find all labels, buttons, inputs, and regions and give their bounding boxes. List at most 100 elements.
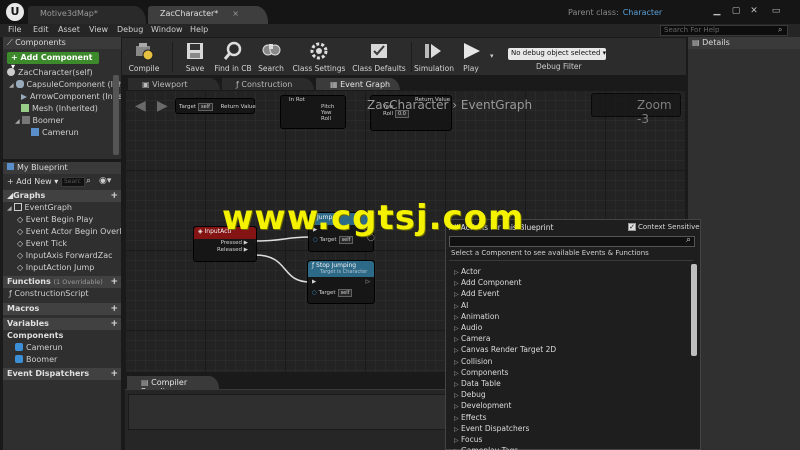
add-variable-icon[interactable]: + bbox=[110, 319, 118, 329]
event-dispatchers-section[interactable]: Event Dispatchers + bbox=[3, 368, 121, 380]
simulation-button[interactable]: Simulation bbox=[414, 40, 454, 74]
component-item[interactable]: Mesh (Inherited) bbox=[3, 103, 121, 115]
tab-compiler-results[interactable]: ▤ Compiler Results bbox=[127, 376, 219, 396]
event-item[interactable]: ◇ InputAction Jump bbox=[3, 262, 121, 274]
watermark-text: www.cgtsj.com bbox=[222, 198, 525, 238]
search-icon[interactable]: ⌕ bbox=[86, 176, 91, 186]
doc-tab-motive3dmap[interactable]: Motive3dMap* bbox=[28, 6, 146, 24]
action-category[interactable]: ▷ Event Dispatchers bbox=[454, 423, 529, 434]
save-button[interactable]: Save bbox=[180, 40, 210, 74]
action-category[interactable]: ▷ Canvas Render Target 2D bbox=[454, 344, 556, 355]
component-item[interactable]: ZacCharacter(self) bbox=[3, 67, 121, 79]
menu-edit[interactable]: Edit bbox=[33, 25, 49, 34]
graphs-section[interactable]: ◢Graphs + bbox=[3, 190, 121, 202]
ue-blueprint-editor: U Motive3dMap* ZacCharacter* × Parent cla… bbox=[0, 0, 800, 450]
collapse-icon[interactable]: ▭ bbox=[770, 6, 782, 16]
context-sensitive-checkbox[interactable]: ✓ bbox=[628, 223, 636, 231]
doc-tab-zaccharacter[interactable]: ZacCharacter* × bbox=[148, 6, 268, 24]
action-category[interactable]: ▷ Collision bbox=[454, 356, 492, 367]
action-category[interactable]: ▷ Effects bbox=[454, 412, 487, 423]
action-category[interactable]: ▷ Add Event bbox=[454, 288, 499, 299]
action-category[interactable]: ▷ Data Table bbox=[454, 378, 501, 389]
play-button[interactable]: Play bbox=[456, 40, 486, 74]
menu-file[interactable]: File bbox=[8, 25, 21, 34]
action-category[interactable]: ▷ Focus bbox=[454, 434, 482, 445]
variable-item[interactable]: Boomer bbox=[3, 354, 121, 366]
close-icon[interactable]: ✕ bbox=[748, 6, 760, 16]
restore-icon[interactable]: ▢ bbox=[730, 6, 742, 16]
divider bbox=[449, 260, 693, 261]
action-category-label: Effects bbox=[461, 412, 487, 422]
variable-item[interactable]: Camerun bbox=[3, 342, 121, 354]
event-item[interactable]: ◇ Event Tick bbox=[3, 238, 121, 250]
search-button[interactable]: Search bbox=[256, 40, 286, 74]
expand-icon[interactable]: ▷ bbox=[454, 446, 461, 450]
menu-debug[interactable]: Debug bbox=[117, 25, 143, 34]
parent-class-value[interactable]: Character bbox=[623, 8, 663, 17]
component-item[interactable]: ◢ Boomer bbox=[3, 115, 121, 127]
functions-section[interactable]: Functions (1 Overridable) + bbox=[3, 276, 121, 288]
action-list-scrollbar[interactable] bbox=[691, 264, 697, 356]
action-category[interactable]: ▷ Animation bbox=[454, 311, 499, 322]
help-search-input[interactable]: Search For Help bbox=[660, 25, 788, 36]
menu-window[interactable]: Window bbox=[151, 25, 183, 34]
search-icon[interactable]: ⌕ bbox=[686, 235, 691, 245]
debug-object-select[interactable]: No debug object selected ▾ bbox=[508, 48, 606, 60]
minimize-icon[interactable]: ▁ bbox=[711, 6, 723, 16]
graph-item[interactable]: ◢ EventGraph bbox=[3, 202, 121, 214]
toolbar-separator bbox=[172, 42, 173, 72]
menu-help[interactable]: Help bbox=[190, 25, 208, 34]
component-item[interactable]: Camerun bbox=[3, 127, 121, 139]
exec-pin[interactable]: ▶ ▷ bbox=[308, 277, 374, 287]
action-menu-hint: Select a Component to see available Even… bbox=[451, 249, 649, 257]
macros-section[interactable]: Macros + bbox=[3, 303, 121, 315]
play-options-icon[interactable]: ▾ bbox=[490, 52, 494, 60]
compile-button[interactable]: Compile bbox=[126, 40, 162, 74]
component-item[interactable]: ◢ CapsuleComponent (Inher bbox=[3, 79, 121, 91]
menu-asset[interactable]: Asset bbox=[58, 25, 80, 34]
add-graph-icon[interactable]: + bbox=[110, 191, 118, 201]
blueprint-search-input[interactable]: Searc bbox=[61, 177, 85, 187]
event-item[interactable]: ◇ Event Actor Begin Overla bbox=[3, 226, 121, 238]
find-in-cb-button[interactable]: Find in CB bbox=[213, 40, 253, 74]
action-category[interactable]: ▷ Development bbox=[454, 400, 512, 411]
expand-icon[interactable]: ◢ bbox=[9, 82, 16, 89]
my-blueprint-header: My Blueprint bbox=[3, 162, 121, 174]
class-defaults-button[interactable]: Class Defaults bbox=[350, 40, 408, 74]
action-category[interactable]: ▷ Add Component bbox=[454, 277, 521, 288]
components-category[interactable]: Components bbox=[3, 330, 121, 342]
action-category[interactable]: ▷ AI bbox=[454, 300, 468, 311]
event-icon: ◇ bbox=[17, 239, 26, 248]
action-category[interactable]: ▷ Components bbox=[454, 367, 508, 378]
action-category[interactable]: ▷Gameplay Tags bbox=[454, 445, 518, 450]
component-label: Boomer bbox=[32, 116, 64, 125]
node-pin[interactable]: Released ▶ bbox=[194, 246, 256, 253]
function-label: ConstructionScript bbox=[14, 289, 89, 298]
node-pin[interactable]: ○ Target self bbox=[308, 287, 374, 299]
function-item[interactable]: ƒ ConstructionScript bbox=[3, 288, 121, 300]
action-category[interactable]: ▷ Actor bbox=[454, 266, 481, 277]
component-item[interactable]: ArrowComponent (Inher bbox=[3, 91, 121, 103]
node-subtitle: Target is Character bbox=[320, 269, 368, 275]
stop-jumping-node[interactable]: ƒ Stop Jumping Target is Character ▶ ▷ ○ … bbox=[307, 260, 375, 304]
search-icon[interactable]: ⌕ bbox=[778, 25, 782, 35]
event-item[interactable]: ◇ InputAxis ForwardZac bbox=[3, 250, 121, 262]
class-settings-button[interactable]: Class Settings bbox=[292, 40, 346, 74]
close-tab-icon[interactable]: × bbox=[232, 9, 239, 18]
action-category[interactable]: ▷ Audio bbox=[454, 322, 482, 333]
action-category[interactable]: ▷ Debug bbox=[454, 389, 486, 400]
add-function-icon[interactable]: + bbox=[110, 277, 118, 287]
event-item[interactable]: ◇ Event Begin Play bbox=[3, 214, 121, 226]
variables-section[interactable]: Variables + bbox=[3, 318, 121, 330]
node-pin[interactable]: Pressed ▶ bbox=[194, 239, 256, 246]
action-category[interactable]: ▷ Camera bbox=[454, 333, 490, 344]
search-label: Search bbox=[258, 64, 284, 73]
add-dispatcher-icon[interactable]: + bbox=[110, 369, 118, 379]
components-scrollbar[interactable] bbox=[113, 75, 119, 155]
add-component-button[interactable]: + Add Component ▾ bbox=[7, 52, 99, 71]
view-options-icon[interactable]: ◉▾ bbox=[99, 176, 111, 186]
menu-view[interactable]: View bbox=[89, 25, 108, 34]
add-macro-icon[interactable]: + bbox=[110, 304, 118, 314]
add-new-button[interactable]: + Add New ▾ bbox=[7, 177, 58, 186]
components-title: Components bbox=[15, 38, 66, 47]
